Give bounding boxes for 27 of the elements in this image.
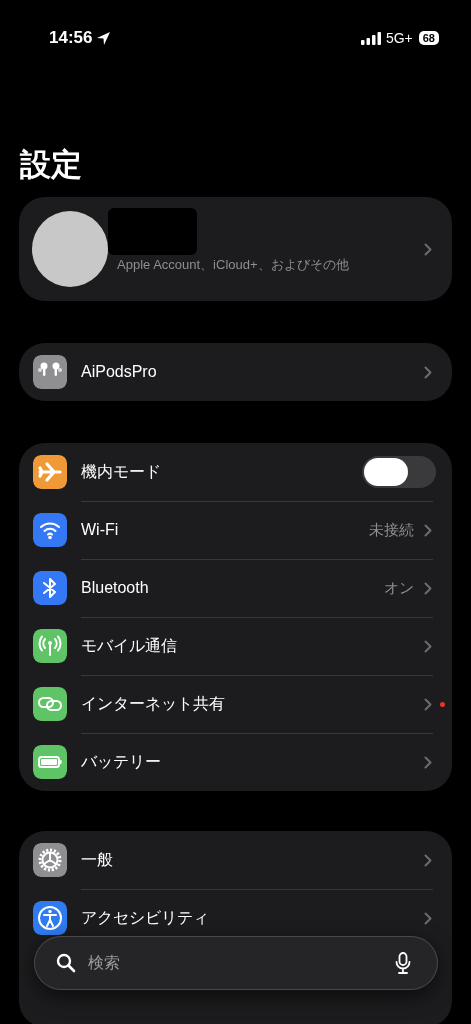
chevron-icon [424, 755, 432, 769]
chevron-icon [424, 697, 432, 711]
settings-row[interactable]: 一般 [81, 840, 432, 880]
settings-row[interactable]: アクセシビリティ [81, 898, 432, 938]
settings-row[interactable]: モバイル通信 [81, 626, 432, 666]
battery-level: 68 [418, 31, 439, 45]
signal-icon [360, 31, 381, 45]
settings-row[interactable]: Wi-Fi 未接続 [81, 510, 432, 550]
settings-row[interactable]: Bluetooth オン [81, 568, 432, 608]
toggle-switch[interactable] [362, 456, 436, 488]
chevron-icon [424, 911, 432, 925]
location-arrow-icon [96, 30, 112, 46]
chevron-icon [424, 242, 432, 256]
chevron-icon [424, 523, 432, 537]
chevron-icon [424, 581, 432, 595]
chevron-icon [424, 853, 432, 867]
chevron-icon [424, 365, 432, 379]
clock-time: 14:56 [49, 28, 93, 48]
chevron-icon [424, 639, 432, 653]
settings-row[interactable]: インターネット共有 [81, 684, 432, 724]
search-icon [56, 953, 76, 973]
account-subtitle: Apple Account、iCloud+、およびその他 [116, 256, 350, 274]
page-title: 設定 [20, 147, 82, 182]
microphone-icon[interactable] [395, 952, 411, 974]
settings-row[interactable]: バッテリー [81, 742, 432, 782]
network-type: 5G+ [385, 30, 413, 46]
settings-row[interactable]: 機内モード [81, 452, 432, 492]
